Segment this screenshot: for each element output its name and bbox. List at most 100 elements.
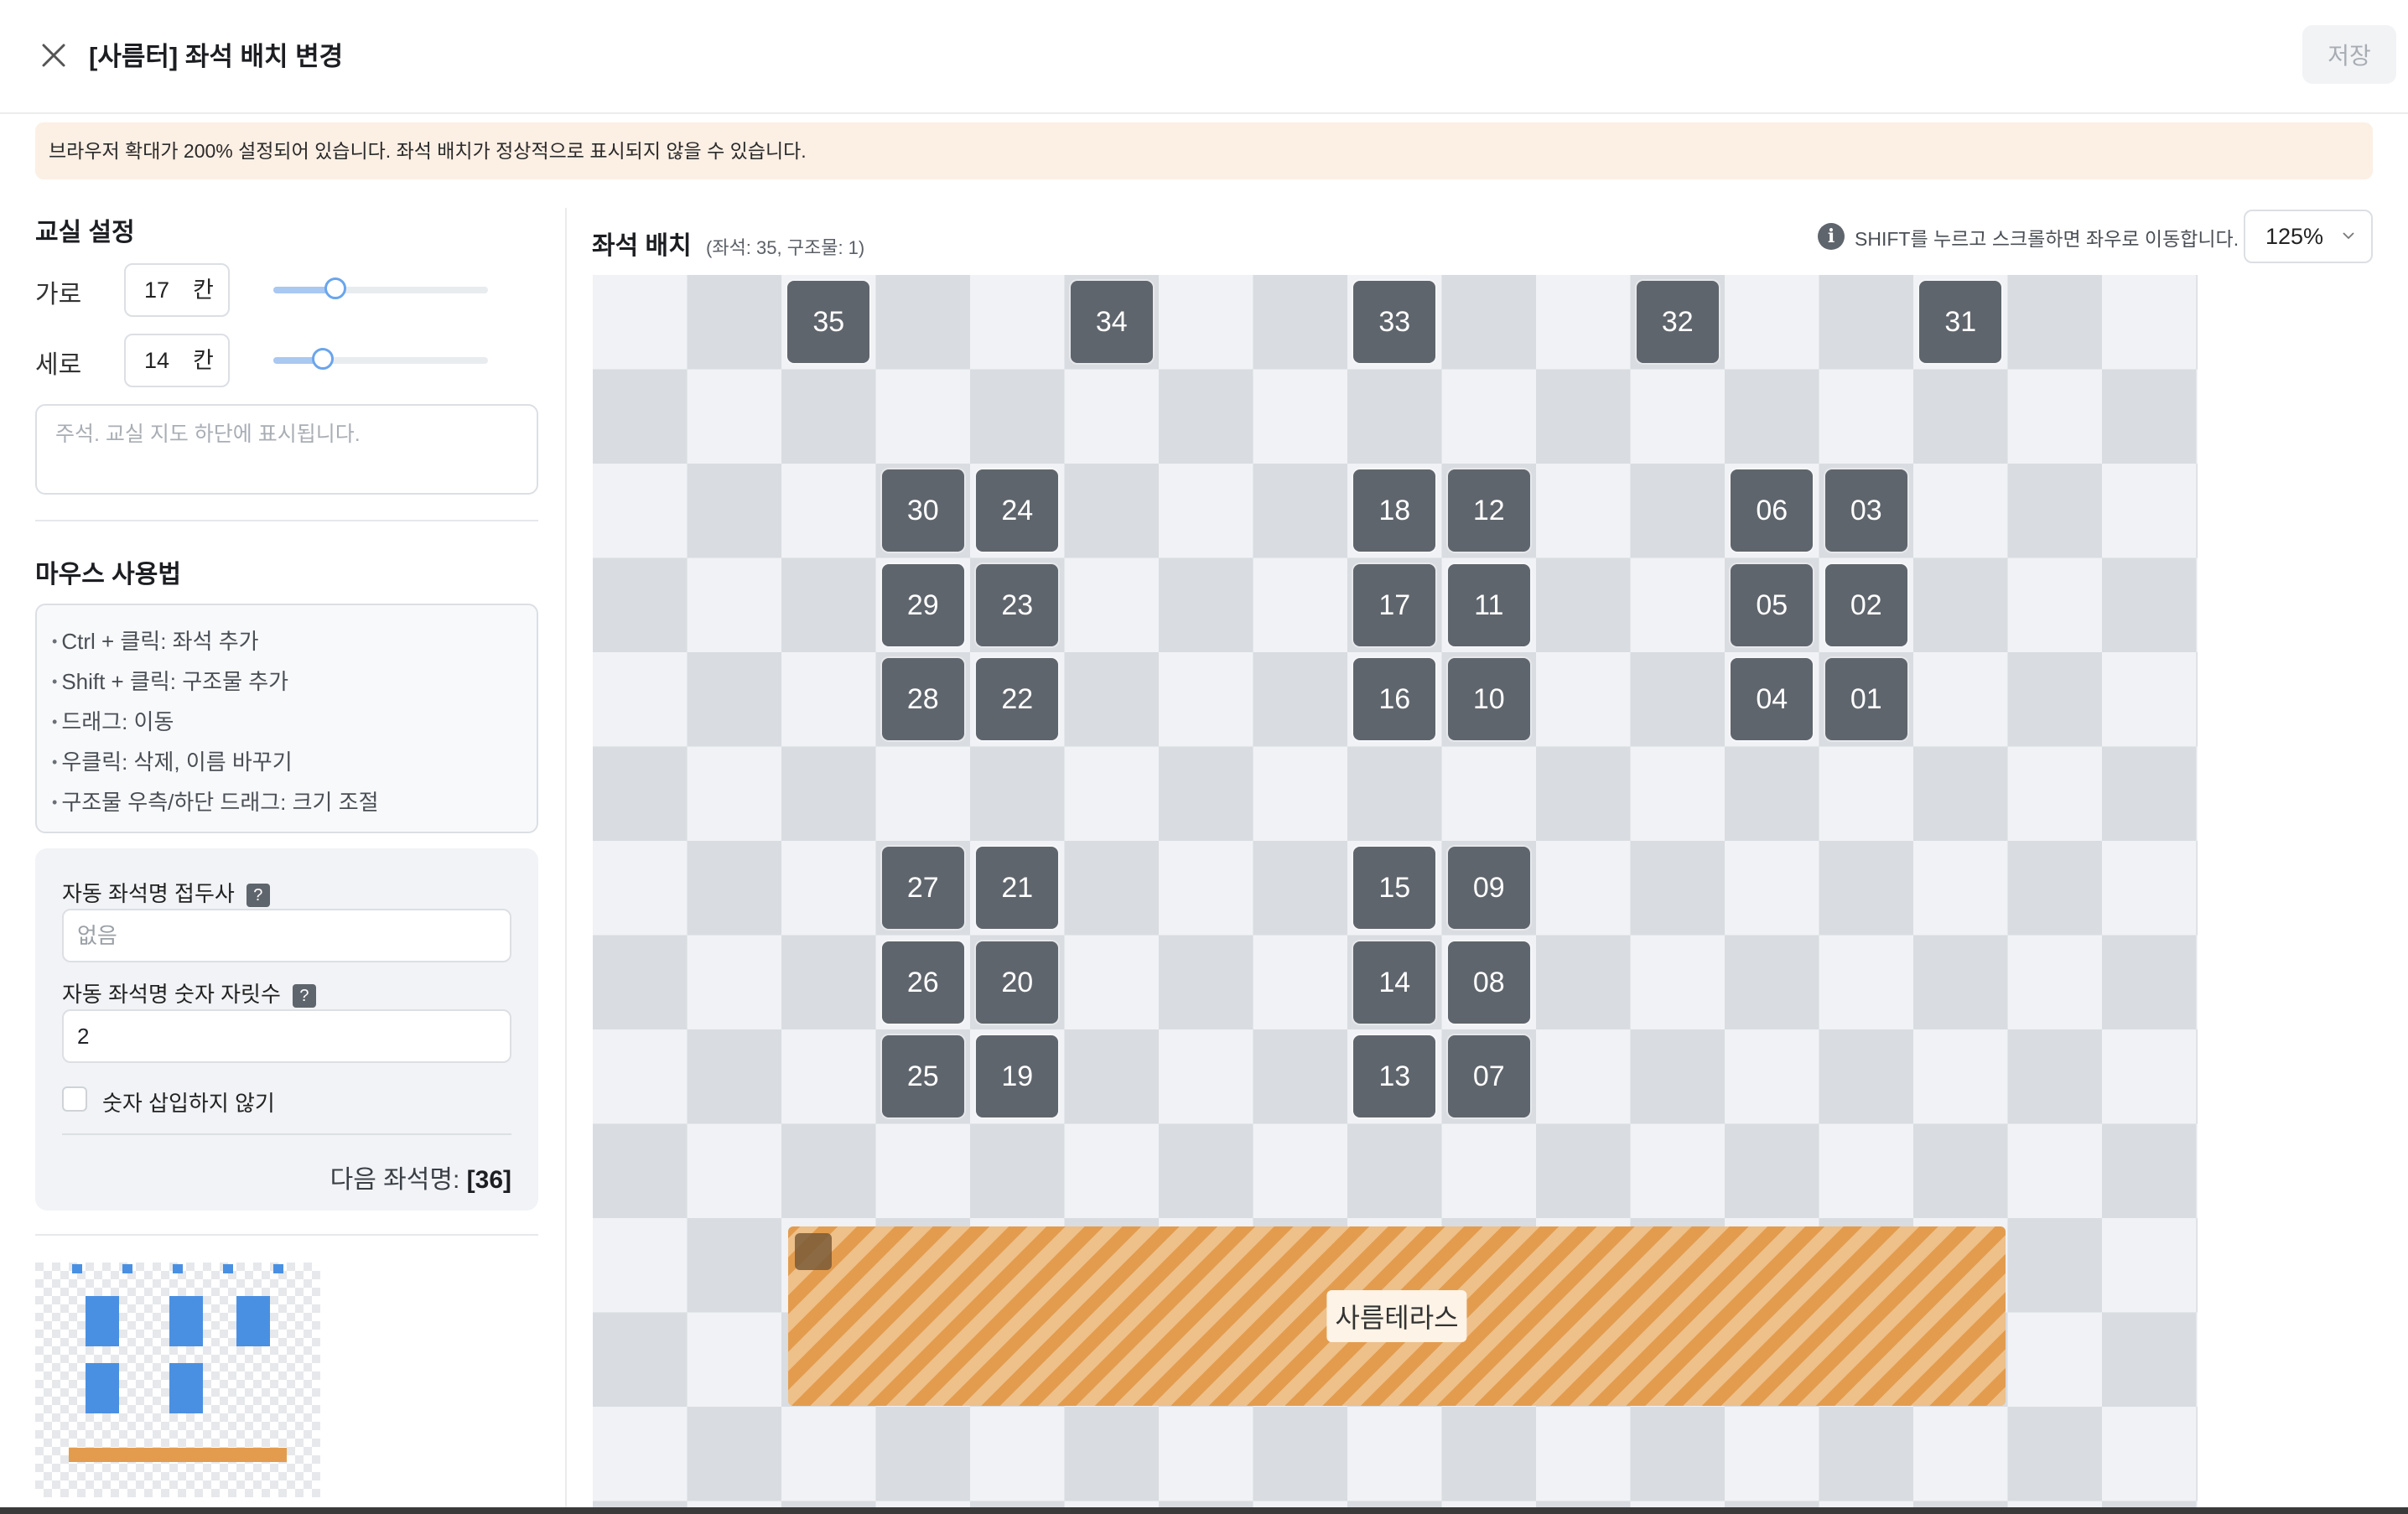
seat-08[interactable]: 08 [1447,941,1530,1024]
seat-10[interactable]: 10 [1447,658,1530,741]
no-number-label: 숫자 삽입하지 않기 [102,1091,275,1116]
scroll-hint: SHIFT를 누르고 스크롤하면 좌우로 이동합니다. [1855,228,2239,250]
seat-33[interactable]: 33 [1353,281,1436,364]
mini-map-cell [186,1464,195,1472]
height-slider[interactable] [273,348,488,370]
seat-27[interactable]: 27 [881,847,964,930]
seat-24[interactable]: 24 [976,469,1059,552]
height-slider-handle[interactable] [312,348,334,370]
zoom-select[interactable]: 125% [2244,210,2373,263]
mini-map-seat [186,1363,203,1380]
width-unit: 칸 [193,277,214,303]
seat-11[interactable]: 11 [1447,563,1530,646]
seat-35[interactable]: 35 [787,281,870,364]
mini-map-cell [44,1338,52,1346]
width-slider-handle[interactable] [324,277,346,299]
mini-map-seat [169,1330,186,1346]
seat-32[interactable]: 32 [1636,281,1719,364]
seat-06[interactable]: 06 [1731,469,1814,552]
mini-map-seat [86,1330,102,1346]
mini-map-cell [245,1271,253,1279]
mini-map-cell [253,1464,262,1472]
mini-map-cell [228,1304,236,1313]
mini-map-seat [169,1313,186,1330]
mini-map-cell [211,1271,220,1279]
seat-29[interactable]: 29 [881,563,964,646]
seat-31[interactable]: 31 [1919,281,2002,364]
mini-map-cell [228,1355,236,1363]
seat-04[interactable]: 04 [1731,658,1814,741]
mini-map-cell [195,1355,203,1363]
mini-map-cell [153,1263,161,1271]
seat-18[interactable]: 18 [1353,469,1436,552]
digits-input[interactable]: 2 [62,1009,511,1063]
help-icon[interactable]: ? [292,984,316,1008]
seat-17[interactable]: 17 [1353,563,1436,646]
seat-20[interactable]: 20 [976,941,1059,1024]
mini-map-seat [102,1313,119,1330]
mini-map-cell [44,1422,52,1430]
prefix-input[interactable]: 없음 [62,909,511,962]
mini-map-cell [161,1422,169,1430]
close-icon[interactable] [35,37,72,74]
seat-13[interactable]: 13 [1353,1035,1436,1118]
seat-30[interactable]: 30 [881,469,964,552]
seat-grid[interactable]: 사름테라스 35 34 33 32 31 30 24 18 12 06 03 29 23 17 11 05 02… [593,275,2198,1509]
help-icon[interactable]: ? [246,884,270,908]
seat-01[interactable]: 01 [1824,658,1907,741]
mini-map-cell [60,1321,69,1330]
mini-map-cell [35,1464,44,1472]
height-input[interactable]: 14 칸 [124,334,230,387]
mini-map-cell [153,1380,161,1388]
mini-map-cell [295,1371,304,1380]
seat-12[interactable]: 12 [1447,469,1530,552]
mini-map-cell [153,1346,161,1355]
seat-21[interactable]: 21 [976,847,1059,930]
seat-03[interactable]: 03 [1824,469,1907,552]
mini-map-cell [169,1279,178,1288]
seat-15[interactable]: 15 [1353,847,1436,930]
seat-07[interactable]: 07 [1447,1035,1530,1118]
mini-map-cell [94,1439,102,1447]
mini-map-cell [60,1355,69,1363]
note-textarea[interactable]: 주석. 교실 지도 하단에 표시됩니다. [35,404,538,495]
no-number-checkbox[interactable] [62,1086,87,1112]
mini-map-cell [220,1480,228,1489]
structure-drag-handle[interactable] [795,1233,832,1270]
seat-28[interactable]: 28 [881,658,964,741]
mini-map-cell [295,1271,304,1279]
panel-separator [565,208,567,1509]
seat-14[interactable]: 14 [1353,941,1436,1024]
height-unit: 칸 [193,348,214,373]
mini-map-cell [144,1355,153,1363]
seat-23[interactable]: 23 [976,563,1059,646]
mini-map-cell [127,1338,136,1346]
seat-02[interactable]: 02 [1824,563,1907,646]
mini-map-cell [312,1288,320,1296]
seat-19[interactable]: 19 [976,1035,1059,1118]
info-icon: i [1818,223,1845,250]
mini-map-cell [77,1489,86,1497]
seat-09[interactable]: 09 [1447,847,1530,930]
mini-map-cell [270,1363,278,1371]
seat-05[interactable]: 05 [1731,563,1814,646]
width-input[interactable]: 17 칸 [124,263,230,317]
seat-22[interactable]: 22 [976,658,1059,741]
mini-map-cell [102,1263,111,1271]
width-slider[interactable] [273,277,488,299]
mini-map-cell [153,1363,161,1371]
mini-map-cell [60,1338,69,1346]
mini-map-cell [278,1388,287,1397]
seat-16[interactable]: 16 [1353,658,1436,741]
mini-map-cell [220,1380,228,1388]
seat-26[interactable]: 26 [881,941,964,1024]
mini-map-cell [186,1279,195,1288]
save-button[interactable]: 저장 [2302,25,2396,84]
mini-map-cell [287,1480,295,1489]
seat-25[interactable]: 25 [881,1035,964,1118]
mini-map-preview [35,1263,320,1497]
structure-block[interactable]: 사름테라스 [788,1226,2006,1406]
mini-map-cell [153,1397,161,1405]
seat-34[interactable]: 34 [1070,281,1153,364]
mini-map-cell [262,1288,270,1296]
